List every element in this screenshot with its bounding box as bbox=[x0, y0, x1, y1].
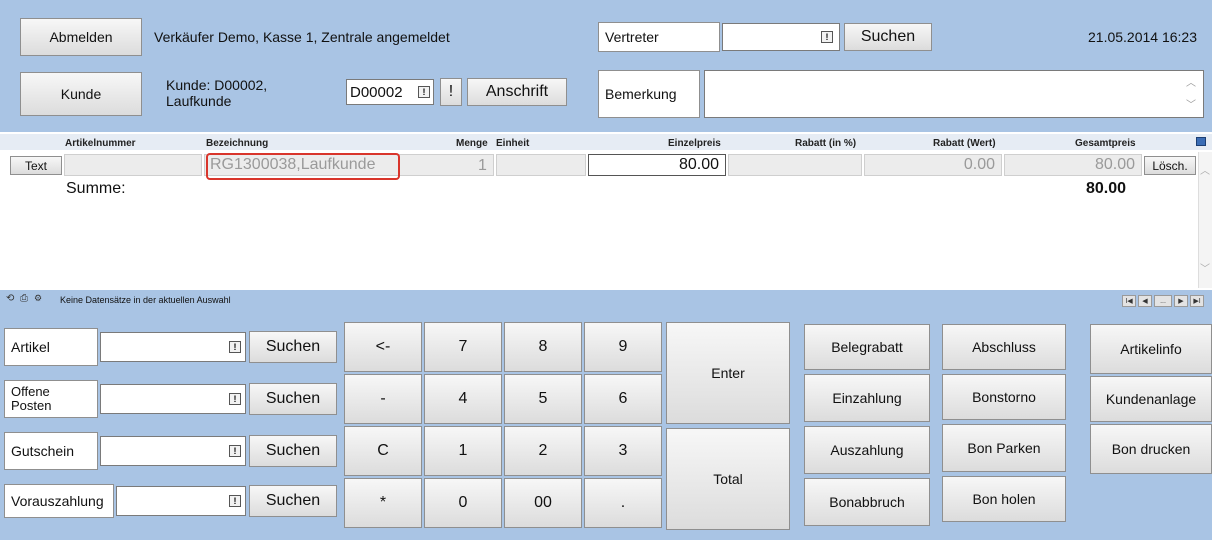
payout-button[interactable]: Auszahlung bbox=[804, 426, 930, 474]
col-discount-percent[interactable]: Rabatt (in %) bbox=[795, 138, 856, 149]
customer-line-2: Laufkunde bbox=[166, 93, 232, 109]
key-2[interactable]: 2 bbox=[504, 426, 582, 476]
key-3[interactable]: 3 bbox=[584, 426, 662, 476]
key-00[interactable]: 00 bbox=[504, 478, 582, 528]
col-designation[interactable]: Bezeichnung bbox=[206, 138, 268, 149]
open-items-dropdown-icon[interactable]: ! bbox=[229, 393, 241, 405]
customer-line-1: Kunde: D00002, bbox=[166, 77, 268, 93]
closing-button[interactable]: Abschluss bbox=[942, 324, 1066, 370]
voucher-search-button[interactable]: Suchen bbox=[249, 435, 337, 467]
col-article-number[interactable]: Artikelnummer bbox=[65, 138, 136, 149]
fetch-receipt-button[interactable]: Bon holen bbox=[942, 476, 1066, 522]
sum-label: Summe: bbox=[66, 180, 126, 197]
col-unit[interactable]: Einheit bbox=[496, 138, 529, 149]
logout-button[interactable]: Abmelden bbox=[20, 18, 142, 56]
col-unit-price[interactable]: Einzelpreis bbox=[668, 138, 721, 149]
filter-icon[interactable]: ⚙ bbox=[34, 293, 42, 304]
row-delete-button[interactable]: Lösch. bbox=[1144, 156, 1196, 175]
col-quantity[interactable]: Menge bbox=[456, 138, 488, 149]
rep-label: Vertreter bbox=[598, 22, 720, 52]
receipt-discount-button[interactable]: Belegrabatt bbox=[804, 324, 930, 370]
grid-header-bar bbox=[0, 134, 1212, 150]
remark-scroll-up-icon[interactable]: ︿ bbox=[1186, 74, 1196, 89]
key-7[interactable]: 7 bbox=[424, 322, 502, 372]
key-minus[interactable]: - bbox=[344, 374, 422, 424]
article-info-button[interactable]: Artikelinfo bbox=[1090, 324, 1212, 374]
article-label: Artikel bbox=[4, 328, 98, 366]
customer-code-dropdown-icon[interactable]: ! bbox=[418, 86, 430, 98]
prepayment-search-button[interactable]: Suchen bbox=[249, 485, 337, 517]
create-customer-button[interactable]: Kundenanlage bbox=[1090, 376, 1212, 422]
session-text: Verkäufer Demo, Kasse 1, Zentrale angeme… bbox=[154, 29, 450, 45]
article-input[interactable] bbox=[100, 332, 246, 362]
key-multiply[interactable]: * bbox=[344, 478, 422, 528]
void-receipt-button[interactable]: Bonstorno bbox=[942, 374, 1066, 420]
col-discount-value[interactable]: Rabatt (Wert) bbox=[933, 138, 996, 149]
rep-search-button[interactable]: Suchen bbox=[844, 23, 932, 51]
open-items-search-button[interactable]: Suchen bbox=[249, 383, 337, 415]
cell-discount-percent[interactable] bbox=[728, 154, 862, 176]
key-1[interactable]: 1 bbox=[424, 426, 502, 476]
nav-last-icon[interactable]: ▶I bbox=[1190, 295, 1204, 307]
prepayment-label: Vorauszahlung bbox=[4, 484, 114, 518]
article-search-button[interactable]: Suchen bbox=[249, 331, 337, 363]
quantity-value: 1 bbox=[478, 157, 487, 174]
row-text-button[interactable]: Text bbox=[10, 156, 62, 175]
key-4[interactable]: 4 bbox=[424, 374, 502, 424]
open-items-label-text: Offene Posten bbox=[11, 384, 52, 413]
nav-prev-icon[interactable]: ◀ bbox=[1138, 295, 1152, 307]
key-5[interactable]: 5 bbox=[504, 374, 582, 424]
designation-value: RG1300038,Laufkunde bbox=[210, 156, 376, 173]
prepayment-dropdown-icon[interactable]: ! bbox=[229, 495, 241, 507]
record-status-text: Keine Datensätze in der aktuellen Auswah… bbox=[60, 295, 231, 305]
remark-textarea[interactable] bbox=[704, 70, 1204, 118]
rep-dropdown-icon[interactable]: ! bbox=[821, 31, 833, 43]
refresh-icon[interactable]: ⟲ bbox=[6, 293, 14, 304]
nav-first-icon[interactable]: I◀ bbox=[1122, 295, 1136, 307]
nav-page-icon[interactable]: ... bbox=[1154, 295, 1172, 307]
key-6[interactable]: 6 bbox=[584, 374, 662, 424]
grid-scroll-up-icon[interactable]: ︿ bbox=[1200, 162, 1210, 177]
key-8[interactable]: 8 bbox=[504, 322, 582, 372]
customer-button[interactable]: Kunde bbox=[20, 72, 142, 116]
address-button[interactable]: Anschrift bbox=[467, 78, 567, 106]
grid-scroll-down-icon[interactable]: ﹀ bbox=[1200, 260, 1210, 275]
key-9[interactable]: 9 bbox=[584, 322, 662, 372]
park-receipt-button[interactable]: Bon Parken bbox=[942, 424, 1066, 472]
print-receipt-button[interactable]: Bon drucken bbox=[1090, 424, 1212, 474]
cell-unit-price[interactable]: 80.00 bbox=[588, 154, 726, 176]
key-clear[interactable]: C bbox=[344, 426, 422, 476]
enter-button[interactable]: Enter bbox=[666, 322, 790, 424]
key-0[interactable]: 0 bbox=[424, 478, 502, 528]
prepayment-input[interactable] bbox=[116, 486, 246, 516]
print-icon[interactable]: ⎙ bbox=[20, 293, 28, 304]
column-chooser-icon[interactable] bbox=[1196, 137, 1206, 146]
remark-scroll-down-icon[interactable]: ﹀ bbox=[1186, 96, 1196, 111]
unit-price-value: 80.00 bbox=[678, 156, 719, 173]
voucher-input[interactable] bbox=[100, 436, 246, 466]
cell-unit[interactable] bbox=[496, 154, 586, 176]
deposit-button[interactable]: Einzahlung bbox=[804, 374, 930, 422]
cell-article-number[interactable] bbox=[64, 154, 202, 176]
total-price-value: 80.00 bbox=[1094, 156, 1135, 173]
voucher-dropdown-icon[interactable]: ! bbox=[229, 445, 241, 457]
key-backspace[interactable]: <- bbox=[344, 322, 422, 372]
article-dropdown-icon[interactable]: ! bbox=[229, 341, 241, 353]
datetime: 21.05.2014 16:23 bbox=[1088, 29, 1197, 45]
open-items-label: Offene Posten bbox=[4, 380, 98, 418]
key-decimal[interactable]: . bbox=[584, 478, 662, 528]
cell-total-price[interactable]: 80.00 bbox=[1004, 154, 1142, 176]
remark-label: Bemerkung bbox=[598, 70, 700, 118]
total-button[interactable]: Total bbox=[666, 428, 790, 530]
open-items-input[interactable] bbox=[100, 384, 246, 414]
discount-value: 0.00 bbox=[963, 156, 995, 173]
sum-value: 80.00 bbox=[1086, 180, 1127, 197]
col-total-price[interactable]: Gesamtpreis bbox=[1075, 138, 1136, 149]
cell-discount-value[interactable]: 0.00 bbox=[864, 154, 1002, 176]
customer-info-button[interactable]: ! bbox=[440, 78, 462, 106]
cancel-receipt-button[interactable]: Bonabbruch bbox=[804, 478, 930, 526]
voucher-label: Gutschein bbox=[4, 432, 98, 470]
customer-code-value: D00002 bbox=[350, 83, 403, 101]
nav-next-icon[interactable]: ▶ bbox=[1174, 295, 1188, 307]
